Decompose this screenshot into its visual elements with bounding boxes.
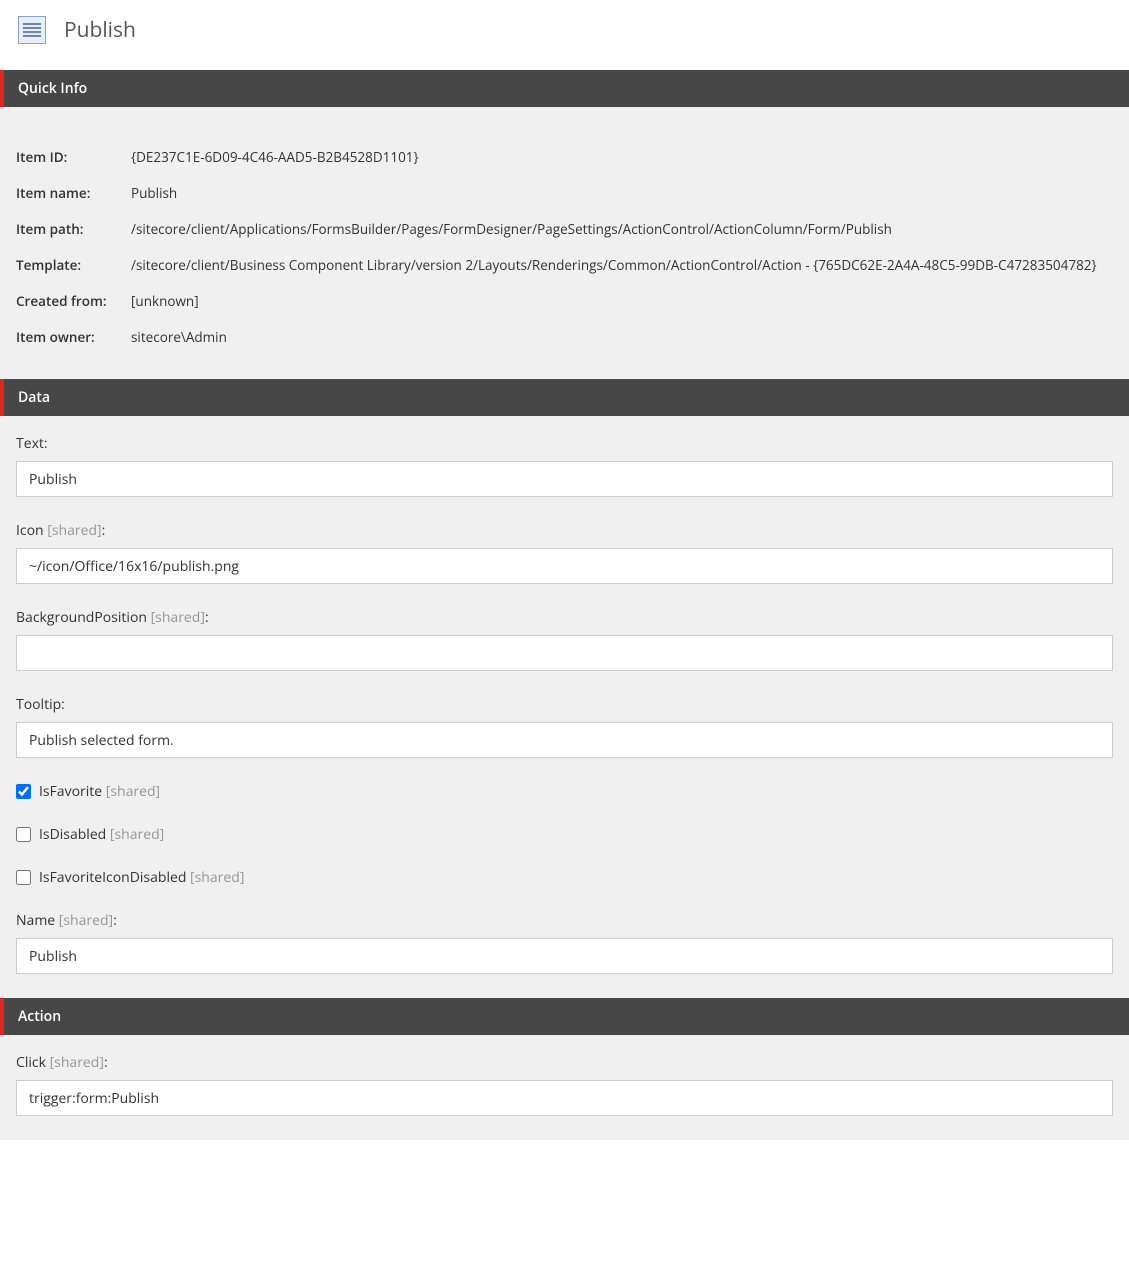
input-name[interactable] — [16, 938, 1113, 974]
qi-value-template[interactable]: /sitecore/client/Business Component Libr… — [131, 256, 1097, 274]
item-icon — [18, 16, 46, 44]
quick-info-row-template: Template: /sitecore/client/Business Comp… — [16, 247, 1113, 283]
label-isdisabled[interactable]: IsDisabled [shared] — [39, 825, 164, 844]
qi-label-template: Template: — [16, 256, 131, 274]
qi-value-item-owner[interactable]: sitecore\Admin — [131, 328, 227, 346]
field-label-tooltip: Tooltip: — [16, 695, 1113, 714]
item-header: Publish — [0, 0, 1129, 70]
qi-label-created-from: Created from: — [16, 292, 131, 310]
field-label-name: Name [shared]: — [16, 911, 1113, 930]
qi-value-item-name[interactable]: Publish — [131, 184, 177, 202]
input-background-position[interactable] — [16, 635, 1113, 671]
qi-value-created-from[interactable]: [unknown] — [131, 292, 199, 310]
checkbox-isfavoriteicondisabled[interactable] — [16, 870, 31, 885]
field-text: Text: — [16, 434, 1113, 497]
quick-info-row-item-path: Item path: /sitecore/client/Applications… — [16, 211, 1113, 247]
input-click[interactable] — [16, 1080, 1113, 1116]
checkbox-isfavorite[interactable] — [16, 784, 31, 799]
field-click: Click [shared]: — [16, 1053, 1113, 1116]
field-icon: Icon [shared]: — [16, 521, 1113, 584]
section-header-action[interactable]: Action — [0, 998, 1129, 1035]
field-background-position: BackgroundPosition [shared]: — [16, 608, 1113, 671]
qi-label-item-path: Item path: — [16, 220, 131, 238]
qi-value-item-path[interactable]: /sitecore/client/Applications/FormsBuild… — [131, 220, 892, 238]
input-text[interactable] — [16, 461, 1113, 497]
field-tooltip: Tooltip: — [16, 695, 1113, 758]
field-isfavoriteicondisabled: IsFavoriteIconDisabled [shared] — [16, 868, 1113, 887]
quick-info-row-item-name: Item name: Publish — [16, 175, 1113, 211]
qi-label-item-owner: Item owner: — [16, 328, 131, 346]
quick-info-row-item-id: Item ID: {DE237C1E-6D09-4C46-AAD5-B2B452… — [16, 139, 1113, 175]
field-isfavorite: IsFavorite [shared] — [16, 782, 1113, 801]
section-header-data[interactable]: Data — [0, 379, 1129, 416]
qi-label-item-id: Item ID: — [16, 148, 131, 166]
input-icon[interactable] — [16, 548, 1113, 584]
qi-label-item-name: Item name: — [16, 184, 131, 202]
label-isfavoriteicondisabled[interactable]: IsFavoriteIconDisabled [shared] — [39, 868, 244, 887]
field-label-click: Click [shared]: — [16, 1053, 1113, 1072]
qi-value-item-id[interactable]: {DE237C1E-6D09-4C46-AAD5-B2B4528D1101} — [131, 148, 419, 166]
field-label-icon: Icon [shared]: — [16, 521, 1113, 540]
field-isdisabled: IsDisabled [shared] — [16, 825, 1113, 844]
field-label-text: Text: — [16, 434, 1113, 453]
section-header-quick-info[interactable]: Quick Info — [0, 70, 1129, 107]
input-tooltip[interactable] — [16, 722, 1113, 758]
checkbox-isdisabled[interactable] — [16, 827, 31, 842]
field-label-background-position: BackgroundPosition [shared]: — [16, 608, 1113, 627]
label-isfavorite[interactable]: IsFavorite [shared] — [39, 782, 160, 801]
quick-info-row-created-from: Created from: [unknown] — [16, 283, 1113, 319]
field-name: Name [shared]: — [16, 911, 1113, 974]
item-title: Publish — [64, 16, 136, 44]
quick-info-row-item-owner: Item owner: sitecore\Admin — [16, 319, 1113, 355]
